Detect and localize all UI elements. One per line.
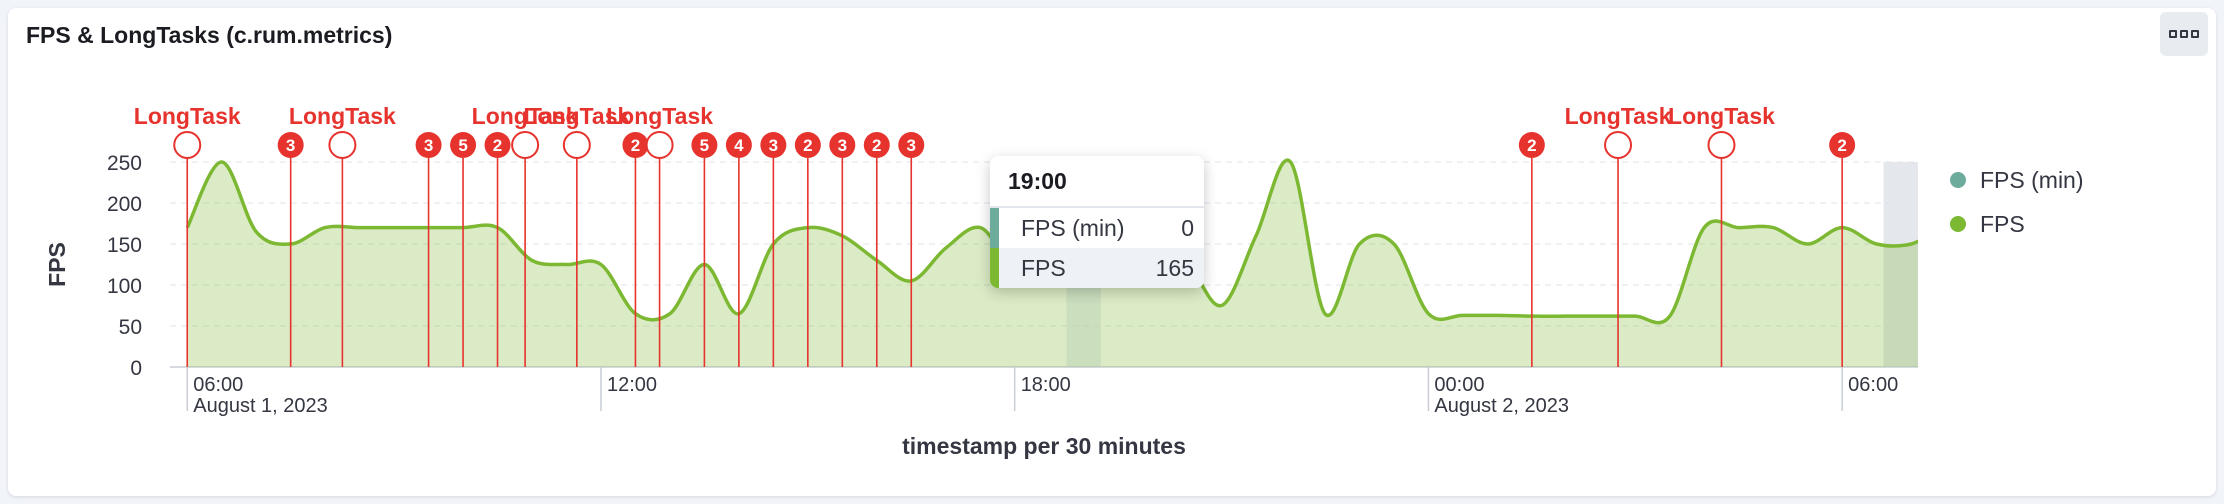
tooltip-row-fps: FPS 165 xyxy=(990,248,1204,288)
x-tick-label: 12:00 xyxy=(607,374,657,396)
tooltip-swatch-fps xyxy=(990,248,999,288)
tooltip-label-fps-min: FPS (min) xyxy=(1021,214,1125,241)
longtask-count-label: 2 xyxy=(1527,136,1536,155)
tooltip-value-fps-min: 0 xyxy=(1181,214,1194,241)
x-tick-label: 06:00 xyxy=(1848,374,1898,396)
y-tick-label: 200 xyxy=(107,193,142,216)
longtask-count-label: 5 xyxy=(458,136,467,155)
y-tick-label: 100 xyxy=(107,275,142,298)
legend-swatch-fps-min xyxy=(1950,172,1966,188)
longtask-annotation-label: LongTask xyxy=(1668,103,1775,129)
tooltip-header: 19:00 xyxy=(990,156,1204,208)
x-axis-title: timestamp per 30 minutes xyxy=(902,433,1186,459)
tooltip-row-fps-min: FPS (min) 0 xyxy=(990,208,1204,248)
longtask-count-label: 3 xyxy=(769,136,778,155)
legend-item-fps-min[interactable]: FPS (min) xyxy=(1950,158,2084,202)
longtask-marker-circle xyxy=(562,131,591,159)
longtask-annotation-label: LongTask xyxy=(134,103,241,129)
longtask-count-label: 2 xyxy=(493,136,502,155)
longtask-count-label: 4 xyxy=(734,136,744,155)
legend-label-fps-min: FPS (min) xyxy=(1980,166,2084,193)
longtask-count-label: 2 xyxy=(872,136,881,155)
longtask-count-label: 2 xyxy=(1837,136,1846,155)
longtask-marker-circle xyxy=(328,131,357,159)
tooltip-value-fps: 165 xyxy=(1155,254,1194,281)
longtask-count-label: 5 xyxy=(700,136,709,155)
tooltip-swatch-fps-min xyxy=(990,208,999,248)
y-axis-title: FPS xyxy=(44,242,70,287)
longtask-count-label: 3 xyxy=(286,136,295,155)
chart-tooltip: 19:00 FPS (min) 0 FPS 165 xyxy=(990,156,1204,288)
x-tick-sublabel: August 2, 2023 xyxy=(1434,395,1569,417)
y-tick-label: 250 xyxy=(107,152,142,175)
longtask-annotation-label: LongTask xyxy=(1565,103,1672,129)
y-tick-label: 150 xyxy=(107,234,142,257)
y-tick-label: 0 xyxy=(130,357,142,380)
longtask-count-label: 3 xyxy=(424,136,433,155)
legend-label-fps: FPS xyxy=(1980,210,2025,237)
longtask-annotation-label: LongTask xyxy=(606,103,713,129)
x-tick-sublabel: August 1, 2023 xyxy=(193,395,328,417)
longtask-marker-circle xyxy=(173,131,202,159)
longtask-marker-circle xyxy=(1707,131,1736,159)
longtask-count-label: 3 xyxy=(838,136,847,155)
longtask-marker-circle xyxy=(645,131,674,159)
longtask-annotation-label: LongTask xyxy=(289,103,396,129)
legend-swatch-fps xyxy=(1950,216,1966,232)
x-tick-label: 00:00 xyxy=(1434,374,1484,396)
longtask-count-label: 2 xyxy=(631,136,640,155)
longtask-marker-circle xyxy=(511,131,540,159)
y-tick-label: 50 xyxy=(119,316,142,339)
legend-item-fps[interactable]: FPS xyxy=(1950,202,2084,246)
longtask-count-label: 2 xyxy=(803,136,812,155)
tooltip-label-fps: FPS xyxy=(1021,254,1066,281)
chart-legend: FPS (min) FPS xyxy=(1950,158,2084,246)
x-tick-label: 18:00 xyxy=(1021,374,1071,396)
longtask-count-label: 3 xyxy=(907,136,916,155)
longtask-marker-circle xyxy=(1604,131,1633,159)
x-tick-label: 06:00 xyxy=(193,374,243,396)
